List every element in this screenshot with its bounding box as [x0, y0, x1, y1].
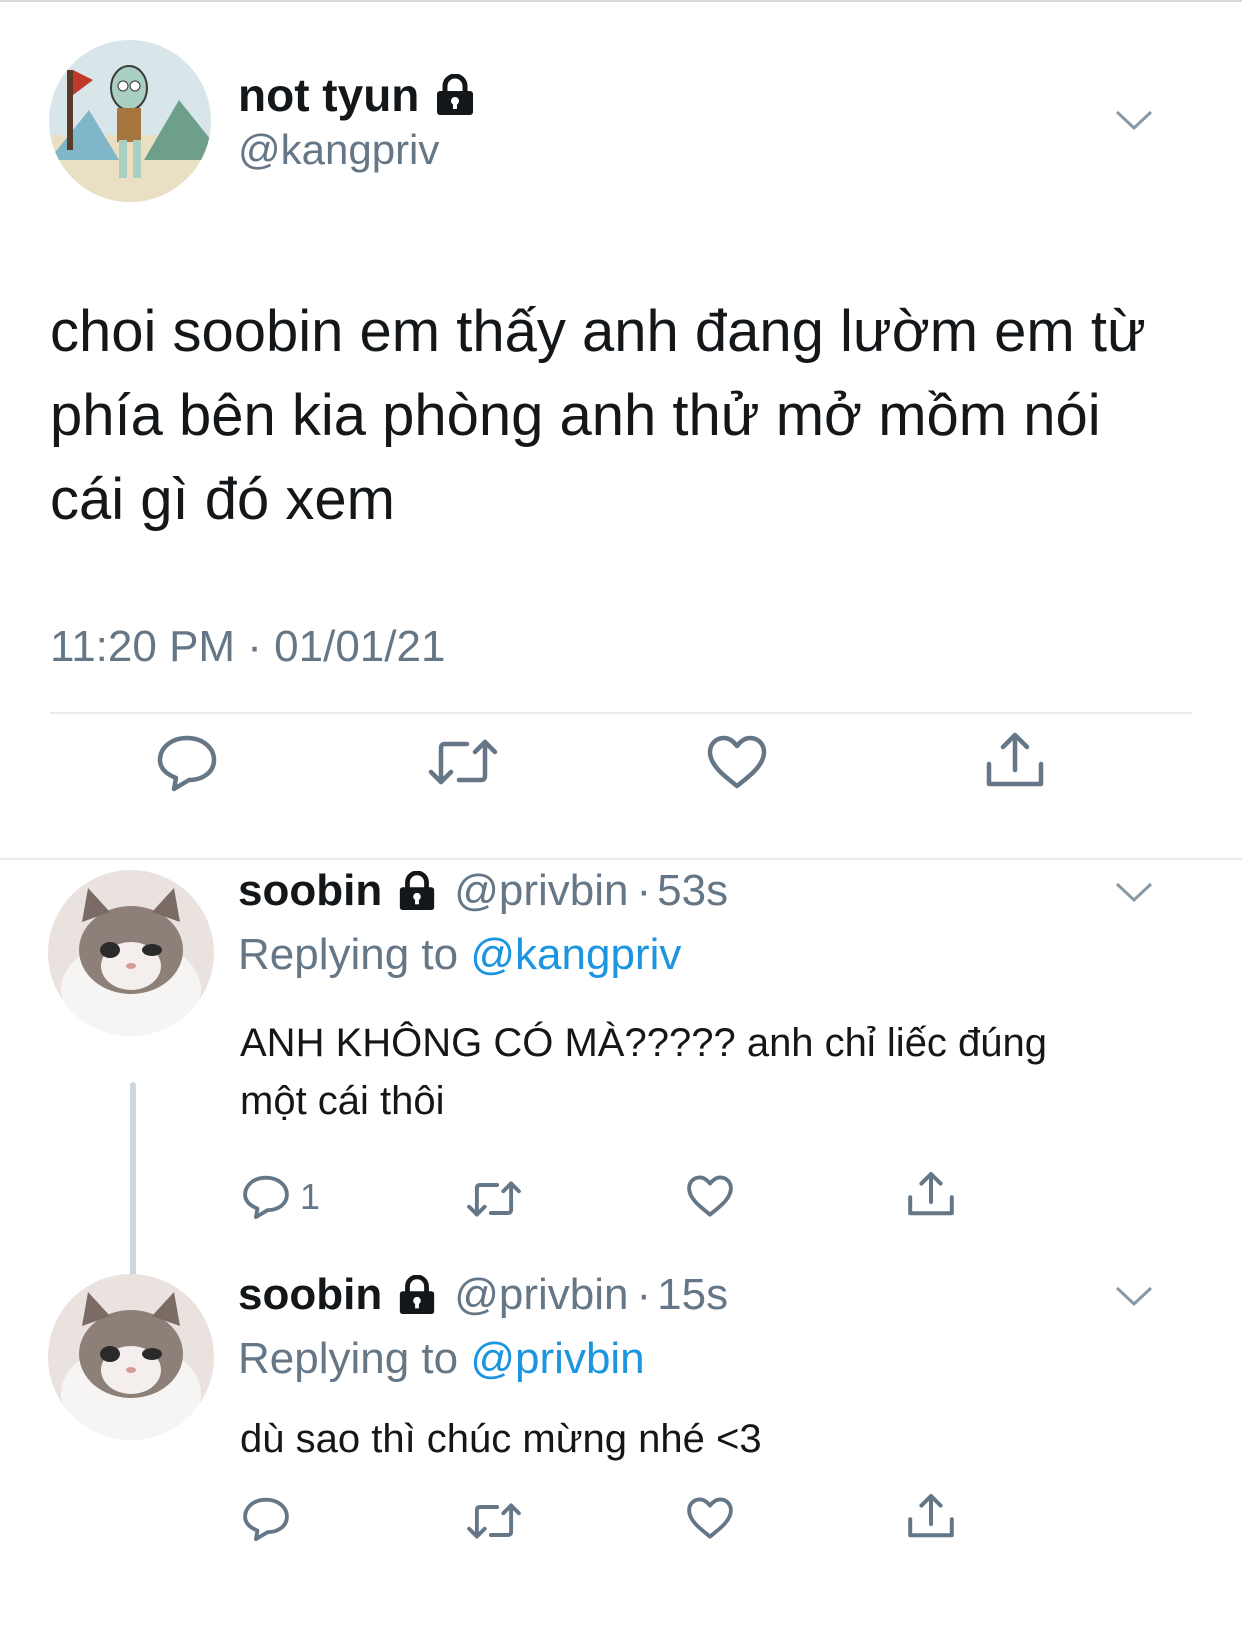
- like-icon: [707, 735, 767, 789]
- replying-to-mention[interactable]: @privbin: [470, 1334, 644, 1383]
- avatar[interactable]: [48, 870, 214, 1036]
- lock-icon: [396, 871, 438, 911]
- like-button[interactable]: [706, 734, 768, 790]
- chevron-down-icon[interactable]: [1114, 1284, 1154, 1308]
- tweet-text: choi soobin em thấy anh đang lườm em từ …: [50, 299, 1146, 532]
- handle[interactable]: @kangpriv: [238, 126, 439, 174]
- reply-text: ANH KHÔNG CÓ MÀ????? anh chỉ liếc đúng m…: [240, 1021, 1048, 1123]
- share-icon: [908, 1494, 954, 1538]
- replying-to: Replying to @privbin: [238, 1334, 645, 1384]
- replying-to-mention[interactable]: @kangpriv: [470, 930, 681, 979]
- avatar[interactable]: [49, 40, 211, 202]
- like-icon: [687, 1175, 733, 1217]
- reply-header: soobin @privbin · 53s: [238, 866, 728, 916]
- share-button[interactable]: [906, 1492, 956, 1540]
- reply-button[interactable]: [242, 1496, 290, 1542]
- divider: [50, 712, 1192, 714]
- share-button[interactable]: [984, 730, 1046, 790]
- reply-count: 1: [300, 1176, 321, 1217]
- reply-icon: [157, 735, 217, 792]
- display-name[interactable]: soobin: [238, 1270, 382, 1320]
- chevron-down-icon[interactable]: [1114, 880, 1154, 904]
- author-name-row: not tyun: [238, 68, 477, 122]
- handle[interactable]: @privbin: [454, 1270, 628, 1320]
- like-icon: [687, 1497, 733, 1539]
- retweet-button[interactable]: [427, 736, 499, 788]
- reply-icon: [243, 1175, 289, 1220]
- relative-time[interactable]: 15s: [657, 1270, 728, 1320]
- separator: ·: [636, 866, 652, 915]
- like-button[interactable]: [686, 1174, 734, 1218]
- section-divider: [0, 858, 1242, 860]
- reply-text: dù sao thì chúc mừng nhé <3: [240, 1417, 762, 1461]
- share-button[interactable]: [906, 1170, 956, 1218]
- chevron-down-icon[interactable]: [1114, 108, 1154, 132]
- retweet-icon: [467, 1181, 521, 1217]
- share-icon: [908, 1172, 954, 1216]
- reply-header: soobin @privbin · 15s: [238, 1270, 728, 1320]
- retweet-icon: [467, 1503, 521, 1539]
- retweet-button[interactable]: [466, 1178, 522, 1220]
- retweet-button[interactable]: [466, 1500, 522, 1542]
- timestamp[interactable]: 11:20 PM · 01/01/21: [50, 622, 445, 672]
- separator: ·: [636, 1270, 652, 1319]
- replying-to: Replying to @kangpriv: [238, 930, 681, 980]
- display-name[interactable]: not tyun: [238, 68, 419, 122]
- like-button[interactable]: [686, 1496, 734, 1540]
- display-name[interactable]: soobin: [238, 866, 382, 916]
- handle[interactable]: @privbin: [454, 866, 628, 916]
- lock-icon: [433, 74, 477, 116]
- reply-button[interactable]: [156, 734, 218, 792]
- avatar[interactable]: [48, 1274, 214, 1440]
- reply-button[interactable]: 1: [242, 1174, 320, 1220]
- replying-to-label: Replying to: [238, 930, 459, 979]
- share-icon: [986, 732, 1044, 787]
- thread-connector: [130, 1082, 136, 1304]
- retweet-icon: [428, 739, 498, 785]
- relative-time[interactable]: 53s: [657, 866, 728, 916]
- lock-icon: [396, 1275, 438, 1315]
- replying-to-label: Replying to: [238, 1334, 459, 1383]
- reply-icon: [243, 1497, 289, 1542]
- top-divider: [0, 0, 1242, 2]
